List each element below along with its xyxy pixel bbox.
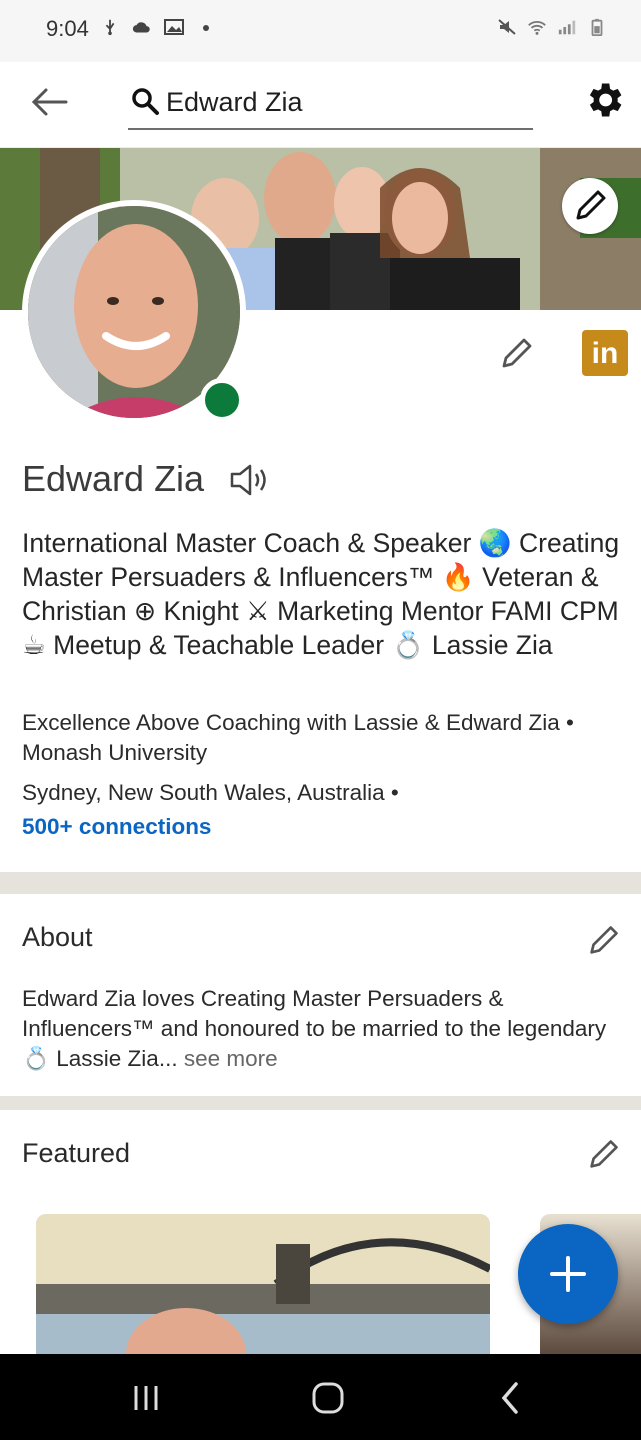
status-bar: 9:04 — [0, 0, 641, 62]
online-status-indicator — [200, 378, 244, 422]
profile-company[interactable]: Excellence Above Coaching with Lassie & … — [22, 708, 622, 768]
cloud-icon — [132, 22, 150, 33]
about-body: Edward Zia loves Creating Master Persuad… — [22, 986, 607, 1071]
dot-icon — [203, 25, 209, 31]
edit-featured-pencil-icon[interactable] — [584, 1132, 626, 1174]
connections-link[interactable]: 500+ connections — [22, 814, 211, 840]
mute-icon — [498, 19, 516, 35]
status-time: 9:04 — [46, 16, 89, 41]
search-bar[interactable] — [128, 76, 533, 130]
recent-apps-icon[interactable] — [124, 1376, 168, 1420]
signal-icon — [558, 20, 576, 35]
battery-icon — [591, 18, 603, 36]
profile-name: Edward Zia — [22, 458, 205, 499]
see-more-link[interactable]: see more — [178, 1046, 278, 1071]
plus-icon — [550, 1256, 586, 1292]
wifi-icon — [528, 21, 546, 35]
profile-headline: International Master Coach & Speaker 🌏 C… — [22, 528, 620, 660]
edit-profile-pencil-icon[interactable] — [496, 330, 540, 374]
usb-icon — [105, 19, 115, 36]
back-arrow-icon[interactable] — [26, 78, 74, 126]
featured-title: Featured — [22, 1138, 131, 1168]
system-navigation-bar — [0, 1354, 641, 1440]
system-back-icon[interactable] — [488, 1376, 532, 1420]
featured-card[interactable] — [36, 1214, 490, 1354]
gear-icon[interactable] — [582, 78, 626, 122]
linkedin-premium-badge[interactable]: in — [582, 330, 628, 376]
image-icon — [164, 19, 184, 35]
profile-location: Sydney, New South Wales, Australia • — [22, 780, 399, 805]
speaker-icon[interactable] — [228, 462, 270, 498]
edit-cover-button[interactable] — [562, 178, 618, 234]
add-button[interactable] — [518, 1224, 618, 1324]
about-title: About — [22, 922, 93, 952]
home-icon[interactable] — [306, 1376, 350, 1420]
about-text: Edward Zia loves Creating Master Persuad… — [22, 984, 622, 1074]
status-right-icons — [497, 18, 607, 36]
pencil-icon — [576, 190, 606, 220]
edit-about-pencil-icon[interactable] — [584, 918, 626, 960]
search-icon — [132, 88, 159, 115]
search-input[interactable] — [166, 82, 526, 122]
status-left-icons — [100, 18, 216, 36]
top-bar — [0, 62, 641, 148]
section-divider — [0, 1096, 641, 1110]
section-divider — [0, 872, 641, 894]
featured-image — [36, 1214, 490, 1354]
